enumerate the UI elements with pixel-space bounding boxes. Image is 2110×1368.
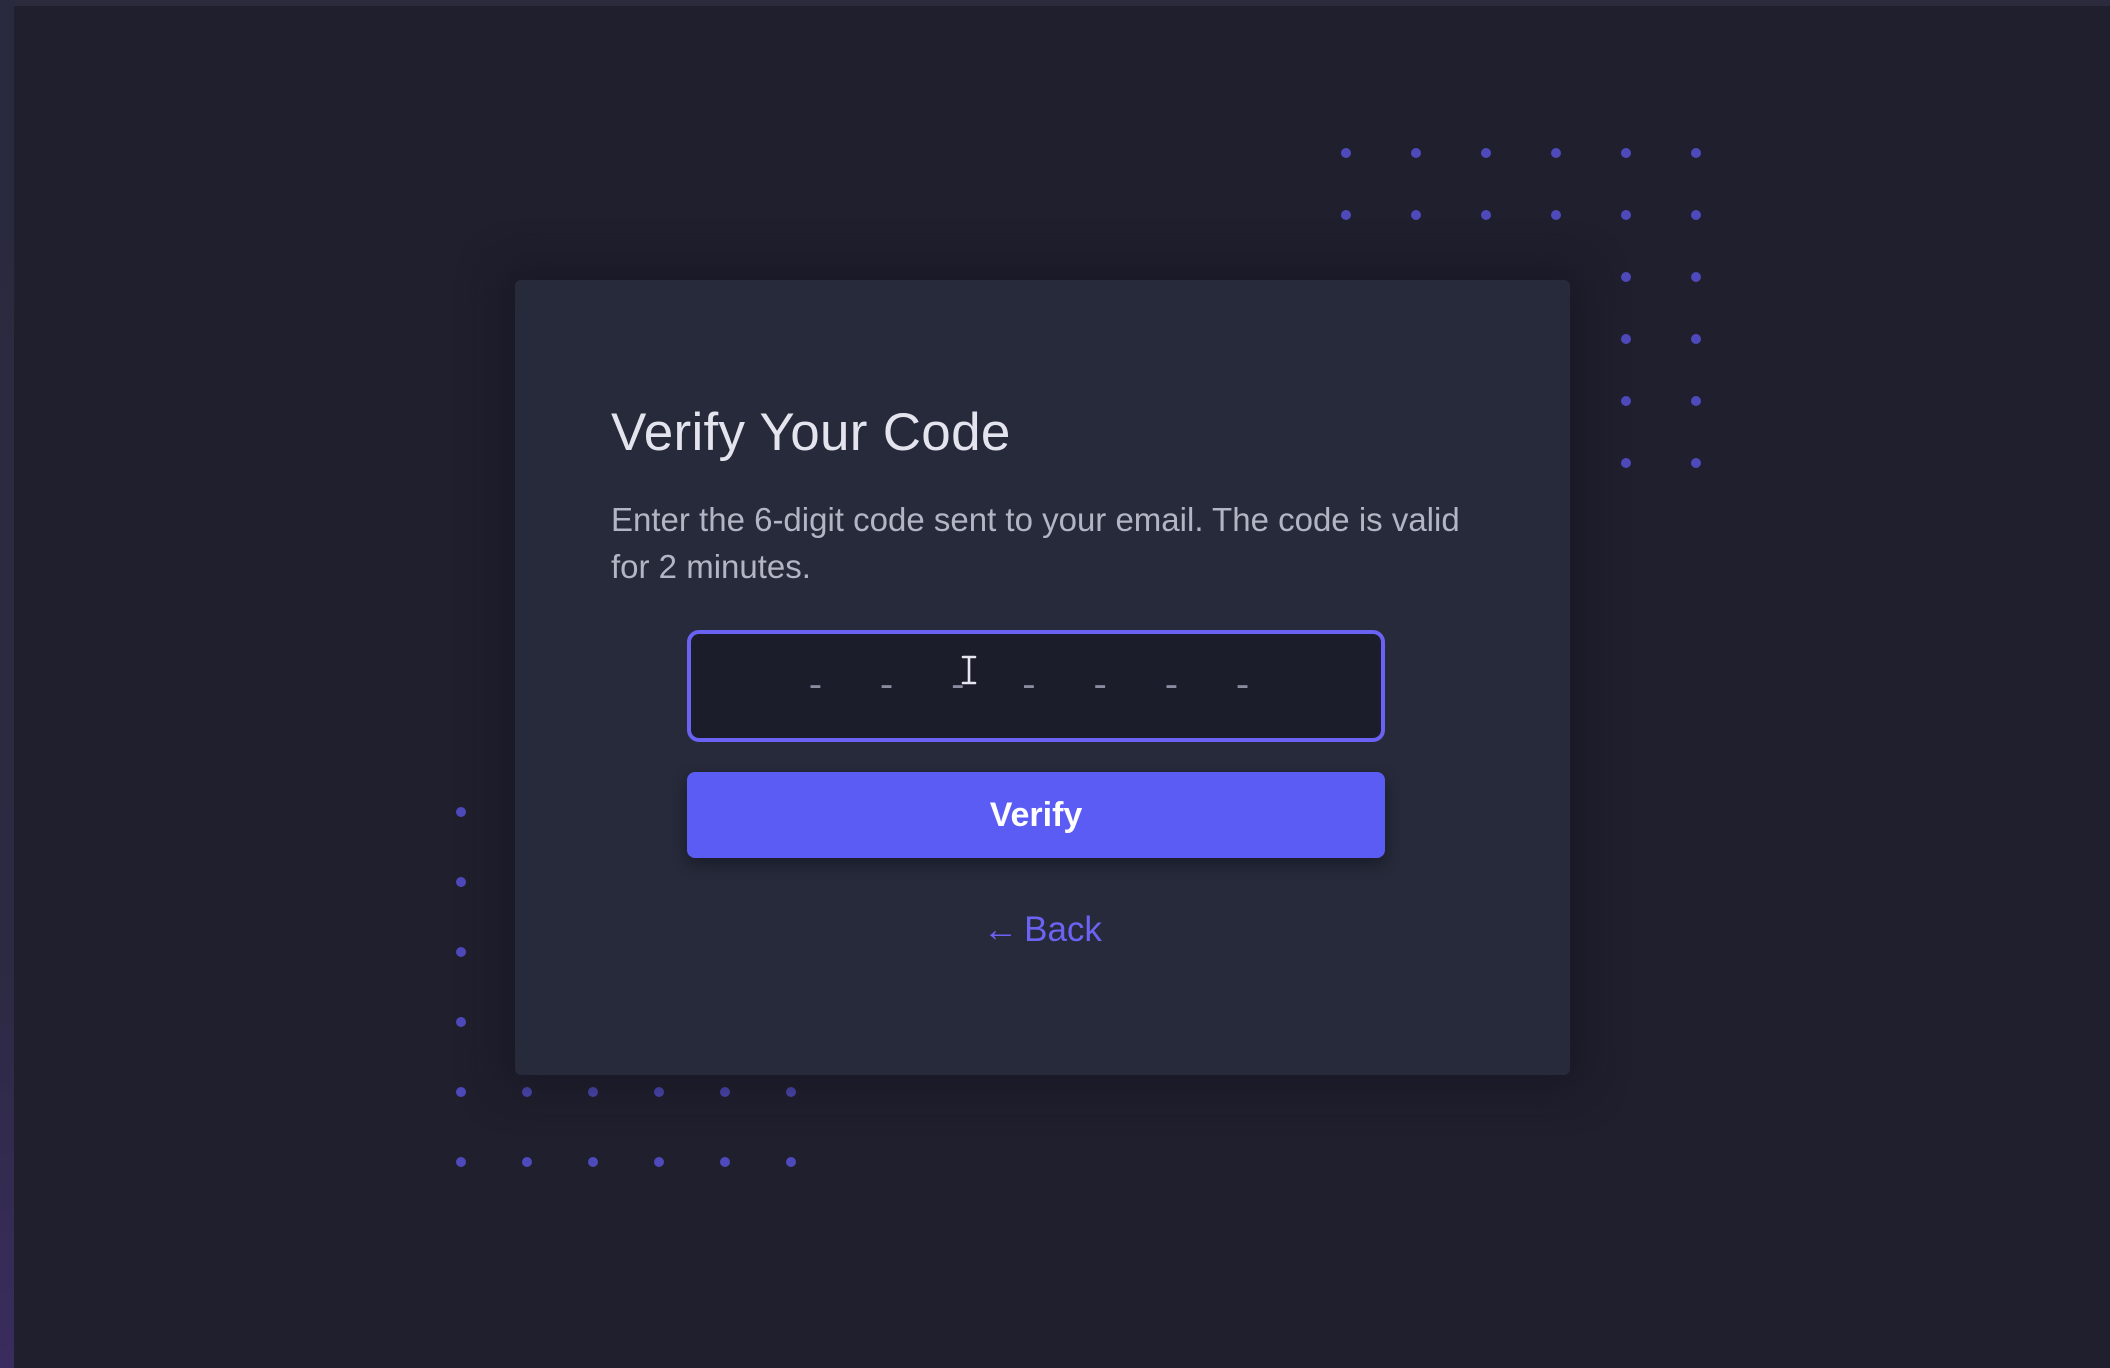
decor-dot <box>1551 210 1561 220</box>
decor-dot <box>1481 210 1491 220</box>
decor-dot <box>1691 458 1701 468</box>
decor-dot <box>456 807 466 817</box>
decor-dot <box>1691 396 1701 406</box>
decor-dot <box>1621 334 1631 344</box>
decor-dot <box>786 1157 796 1167</box>
decor-dot <box>456 1157 466 1167</box>
decor-dot <box>1411 148 1421 158</box>
decor-dot <box>654 1157 664 1167</box>
decor-dot <box>1481 148 1491 158</box>
decor-dot <box>1411 210 1421 220</box>
decor-dot <box>1621 210 1631 220</box>
decor-dot <box>786 1087 796 1097</box>
verification-screen: Verify Your Code Enter the 6-digit code … <box>0 0 2110 1368</box>
decor-dot <box>1551 148 1561 158</box>
decor-dot <box>720 1087 730 1097</box>
decor-dot <box>456 877 466 887</box>
left-arrow-icon: ← <box>983 910 1019 949</box>
decor-dot <box>1621 396 1631 406</box>
decor-dot <box>1691 334 1701 344</box>
verify-button[interactable]: Verify <box>687 772 1385 858</box>
decor-dot <box>1691 272 1701 282</box>
window-top-strip <box>0 0 2110 6</box>
decor-dot <box>588 1157 598 1167</box>
decor-dot <box>456 1017 466 1027</box>
decor-dot <box>456 1087 466 1097</box>
decor-dot <box>654 1087 664 1097</box>
decor-dot <box>1621 272 1631 282</box>
back-link-label: Back <box>1024 910 1102 949</box>
back-link[interactable]: ← Back <box>515 910 1570 950</box>
decor-dot <box>522 1087 532 1097</box>
decor-dot <box>1621 148 1631 158</box>
verify-code-card: Verify Your Code Enter the 6-digit code … <box>515 280 1570 1075</box>
verification-code-input[interactable] <box>687 630 1385 742</box>
decor-dot <box>588 1087 598 1097</box>
decor-dot <box>1341 210 1351 220</box>
decor-dot <box>522 1157 532 1167</box>
window-left-edge <box>0 0 14 1368</box>
decor-dot <box>1691 148 1701 158</box>
instructions-text: Enter the 6-digit code sent to your emai… <box>611 501 1460 585</box>
decor-dot <box>456 947 466 957</box>
decor-dot <box>720 1157 730 1167</box>
decor-dot <box>1691 210 1701 220</box>
decor-dot <box>1621 458 1631 468</box>
decor-dot <box>1341 148 1351 158</box>
page-title: Verify Your Code <box>611 403 1011 462</box>
